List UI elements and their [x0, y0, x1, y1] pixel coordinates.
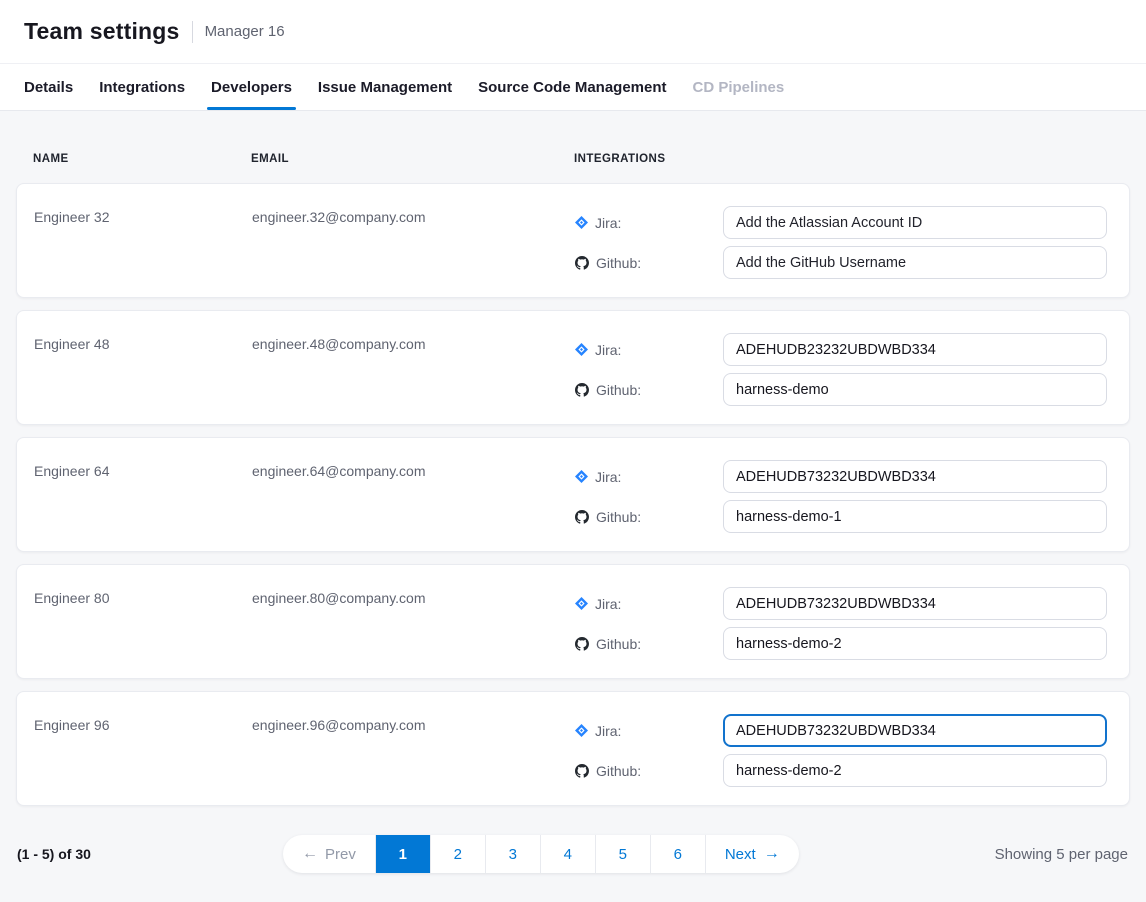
jira-icon: [575, 216, 588, 229]
github-label: Github:: [575, 509, 723, 525]
github-username-input[interactable]: [723, 500, 1107, 533]
jira-account-id-input[interactable]: [723, 460, 1107, 493]
jira-label: Jira:: [575, 723, 723, 739]
integrations-cell: Jira: Github:: [575, 333, 1113, 406]
github-label: Github:: [575, 763, 723, 779]
github-line: Github:: [575, 500, 1113, 533]
pager: ← Prev 1 2 3 4 5 6 Next →: [283, 835, 799, 873]
github-username-input[interactable]: [723, 627, 1107, 660]
page-button-6[interactable]: 6: [651, 835, 705, 873]
active-tab-underline: [207, 107, 296, 110]
tab-integrations[interactable]: Integrations: [99, 64, 185, 110]
jira-icon: [575, 343, 588, 356]
integrations-cell: Jira: Github:: [575, 587, 1113, 660]
page-button-2[interactable]: 2: [431, 835, 485, 873]
github-username-input[interactable]: [723, 754, 1107, 787]
developer-email: engineer.48@company.com: [252, 333, 575, 406]
jira-account-id-input[interactable]: [723, 333, 1107, 366]
github-icon: [575, 510, 589, 524]
page-title: Team settings: [24, 18, 180, 45]
table-rows: Engineer 32 engineer.32@company.com Jira…: [16, 183, 1130, 806]
tab-issue-management[interactable]: Issue Management: [318, 64, 452, 110]
pagination-range-label: (1 - 5) of 30: [16, 846, 91, 862]
github-icon: [575, 764, 589, 778]
prev-page-button[interactable]: ← Prev: [283, 835, 375, 873]
developer-email: engineer.80@company.com: [252, 587, 575, 660]
integrations-cell: Jira: Github:: [575, 714, 1113, 787]
tab-developers[interactable]: Developers: [211, 64, 292, 110]
per-page-label: Showing 5 per page: [995, 846, 1130, 863]
github-line: Github:: [575, 754, 1113, 787]
column-header-integrations: INTEGRATIONS: [574, 153, 1130, 165]
github-icon: [575, 637, 589, 651]
prev-arrow-icon: ←: [302, 846, 318, 862]
github-icon: [575, 256, 589, 270]
page-button-3[interactable]: 3: [486, 835, 540, 873]
github-line: Github:: [575, 373, 1113, 406]
github-line: Github:: [575, 246, 1113, 279]
developer-name: Engineer 48: [34, 333, 252, 406]
jira-account-id-input[interactable]: [723, 206, 1107, 239]
page-button-4[interactable]: 4: [541, 835, 595, 873]
github-label: Github:: [575, 255, 723, 271]
jira-label: Jira:: [575, 469, 723, 485]
next-arrow-icon: →: [764, 846, 780, 862]
table-column-headers: NAME EMAIL INTEGRATIONS: [16, 111, 1130, 183]
page-button-1[interactable]: 1: [376, 835, 430, 873]
jira-line: Jira:: [575, 714, 1113, 747]
developer-name: Engineer 32: [34, 206, 252, 279]
tab-cd-pipelines: CD Pipelines: [693, 64, 785, 110]
page-header: Team settings Manager 16: [0, 0, 1146, 63]
developer-name: Engineer 96: [34, 714, 252, 787]
github-label: Github:: [575, 382, 723, 398]
jira-label: Jira:: [575, 342, 723, 358]
tab-details[interactable]: Details: [24, 64, 73, 110]
tabbar: Details Integrations Developers Issue Ma…: [0, 63, 1146, 111]
page-button-5[interactable]: 5: [596, 835, 650, 873]
page-subtitle: Manager 16: [205, 23, 285, 40]
column-header-name: NAME: [33, 153, 251, 165]
table-row: Engineer 48 engineer.48@company.com Jira…: [16, 310, 1130, 425]
title-divider: [192, 21, 193, 43]
jira-label: Jira:: [575, 215, 723, 231]
jira-line: Jira:: [575, 206, 1113, 239]
tab-source-code-management[interactable]: Source Code Management: [478, 64, 666, 110]
jira-account-id-input[interactable]: [723, 587, 1107, 620]
developer-name: Engineer 64: [34, 460, 252, 533]
jira-icon: [575, 724, 588, 737]
developers-table: NAME EMAIL INTEGRATIONS Engineer 32 engi…: [0, 111, 1146, 873]
jira-line: Jira:: [575, 587, 1113, 620]
github-line: Github:: [575, 627, 1113, 660]
github-label: Github:: [575, 636, 723, 652]
integrations-cell: Jira: Github:: [575, 460, 1113, 533]
integrations-cell: Jira: Github:: [575, 206, 1113, 279]
jira-icon: [575, 470, 588, 483]
jira-label: Jira:: [575, 596, 723, 612]
table-row: Engineer 96 engineer.96@company.com Jira…: [16, 691, 1130, 806]
developer-email: engineer.96@company.com: [252, 714, 575, 787]
column-header-email: EMAIL: [251, 153, 574, 165]
github-username-input[interactable]: [723, 373, 1107, 406]
github-icon: [575, 383, 589, 397]
next-page-button[interactable]: Next →: [706, 835, 799, 873]
developer-name: Engineer 80: [34, 587, 252, 660]
jira-line: Jira:: [575, 333, 1113, 366]
table-row: Engineer 64 engineer.64@company.com Jira…: [16, 437, 1130, 552]
table-row: Engineer 80 engineer.80@company.com Jira…: [16, 564, 1130, 679]
developer-email: engineer.32@company.com: [252, 206, 575, 279]
github-username-input[interactable]: [723, 246, 1107, 279]
table-row: Engineer 32 engineer.32@company.com Jira…: [16, 183, 1130, 298]
developer-email: engineer.64@company.com: [252, 460, 575, 533]
jira-icon: [575, 597, 588, 610]
pagination-bar: (1 - 5) of 30 ← Prev 1 2 3 4 5 6 Next → …: [16, 835, 1130, 873]
jira-account-id-input[interactable]: [723, 714, 1107, 747]
jira-line: Jira:: [575, 460, 1113, 493]
